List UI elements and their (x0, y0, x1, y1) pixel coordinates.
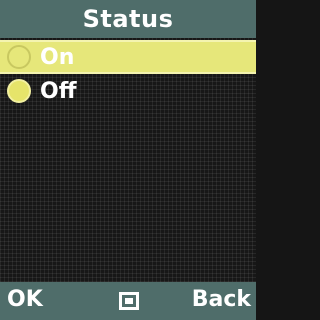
option-off[interactable]: Off (0, 74, 256, 108)
softkey-bar: OK Back (0, 282, 256, 320)
option-on[interactable]: On (0, 40, 256, 74)
option-label-off: Off (40, 78, 77, 104)
back-softkey[interactable]: Back (192, 287, 251, 312)
page-title: Status (82, 5, 174, 33)
option-label-on: On (40, 44, 75, 70)
select-square-icon[interactable] (119, 292, 139, 310)
radio-unselected-icon[interactable] (7, 45, 31, 69)
radio-selected-icon[interactable] (7, 79, 31, 103)
options-list: On Off (0, 38, 256, 282)
select-square-inner (125, 298, 133, 304)
title-bar: Status (0, 0, 256, 38)
ok-softkey[interactable]: OK (7, 287, 43, 312)
